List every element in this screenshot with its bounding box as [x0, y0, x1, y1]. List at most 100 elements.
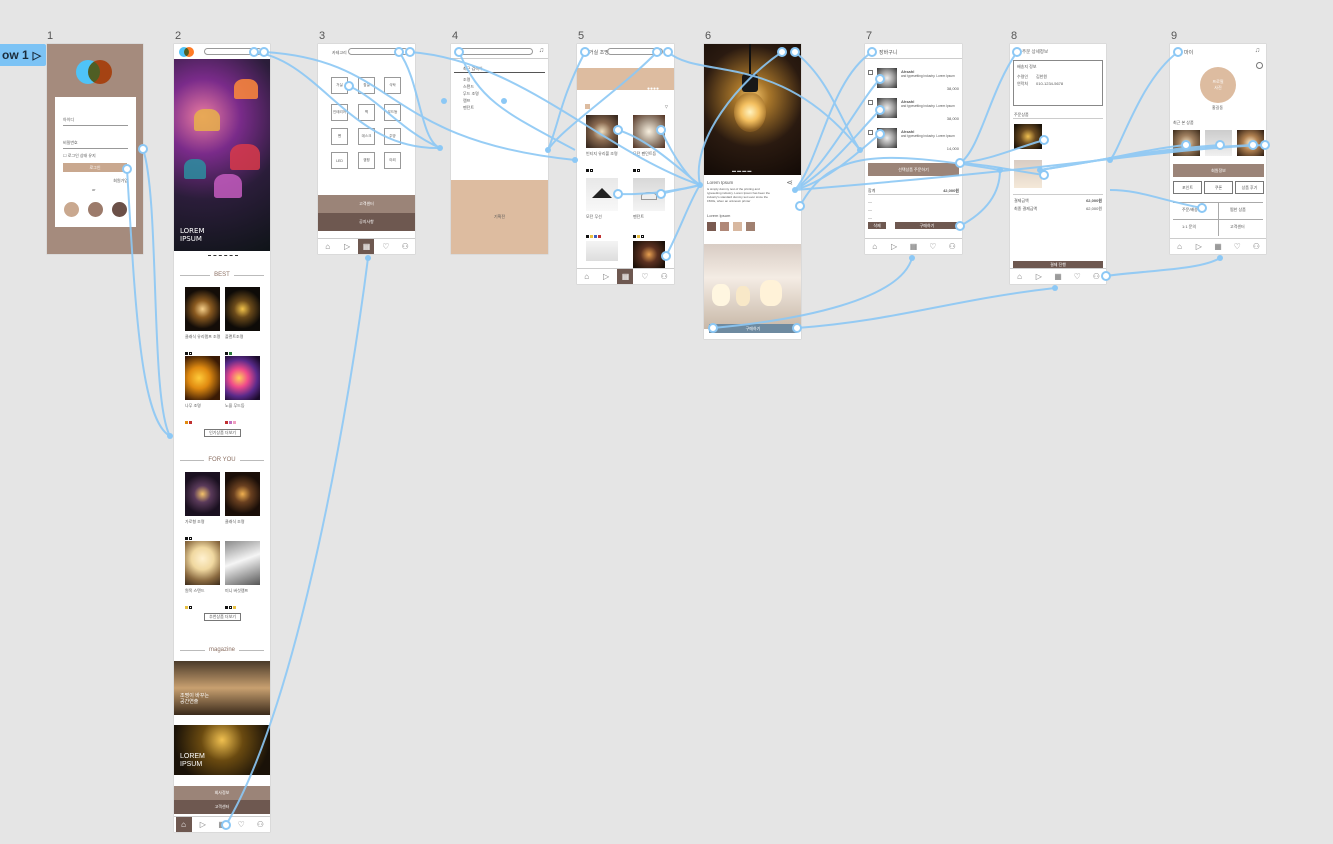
magazine-card[interactable]: LOREM IPSUM [174, 725, 270, 775]
category-cell[interactable]: 인테리어 [331, 104, 348, 121]
points-stat[interactable]: 포인트 [1173, 181, 1202, 194]
heart-icon[interactable]: ♡ [378, 239, 394, 255]
profile-edit-button[interactable]: 회원정보 [1173, 164, 1264, 177]
social-login-3[interactable] [112, 202, 127, 217]
recent-search-item[interactable]: 조명 [463, 76, 479, 83]
category-icon[interactable]: ▦ [358, 238, 375, 254]
delete-button[interactable]: 삭제 [868, 222, 886, 229]
cart-item[interactable]: Ahsahl and typesetting industry. Lorem Ip… [868, 128, 959, 154]
home-icon[interactable]: ⌂ [579, 269, 595, 285]
category-cell[interactable]: 침실 [358, 77, 375, 94]
product-image[interactable] [633, 115, 665, 148]
category-cell[interactable]: 식탁 [384, 77, 401, 94]
category-cell[interactable]: 무드등 [384, 104, 401, 121]
search-input[interactable] [607, 48, 663, 55]
best-more-button[interactable]: 인기상품 더보기 [204, 429, 241, 437]
play-tab-icon[interactable]: ▷ [339, 239, 355, 255]
id-field[interactable] [63, 125, 128, 126]
home-icon[interactable]: ⌂ [320, 239, 336, 255]
heart-icon[interactable]: ♡ [1229, 239, 1245, 255]
user-icon[interactable]: ⚇ [944, 239, 960, 255]
cart-item[interactable]: Ahsahl and typesetting industry. Lorem Ip… [868, 98, 959, 124]
profile-photo[interactable]: 프로필 사진 [1200, 67, 1236, 103]
search-input[interactable] [204, 48, 262, 55]
recent-item[interactable] [1237, 130, 1264, 156]
recent-search-item[interactable]: 램프 [463, 97, 479, 104]
play-tab-icon[interactable]: ▷ [886, 239, 902, 255]
best-item-image[interactable] [225, 287, 260, 331]
recent-item[interactable] [1173, 130, 1200, 156]
category-cell[interactable]: LED [331, 152, 348, 169]
promo-banner[interactable]: 기획전 [451, 180, 548, 254]
detail-hero-image[interactable]: ▬ ▬ ▬ ▬ [704, 44, 801, 175]
settings-icon[interactable] [1256, 62, 1263, 69]
cart-item[interactable]: Ahsahl and typesetting industry. Lorem Ip… [868, 68, 959, 94]
user-icon[interactable]: ⚇ [1248, 239, 1264, 255]
hero-banner[interactable]: LOREM IPSUM [174, 59, 270, 251]
user-icon[interactable]: ⚇ [252, 817, 268, 833]
category-icon[interactable]: ▦ [1050, 269, 1066, 285]
product-image[interactable] [586, 241, 618, 261]
category-cell[interactable]: 주방 [384, 128, 401, 145]
home-icon[interactable]: ⌂ [1012, 269, 1028, 285]
best-item-image[interactable] [185, 356, 220, 400]
menu-inquiry[interactable]: 1:1 문의 [1182, 224, 1196, 230]
foryou-item-image[interactable] [225, 472, 260, 516]
heart-icon[interactable]: ♡ [233, 817, 249, 833]
recent-item[interactable] [1205, 130, 1232, 156]
filter-icon[interactable] [585, 104, 590, 109]
magazine-card[interactable]: 조명이 바꾸는 공간연출 [174, 661, 270, 715]
heart-icon[interactable]: ♡ [637, 269, 653, 285]
social-login-2[interactable] [88, 202, 103, 217]
color-option[interactable] [707, 222, 716, 231]
search-input[interactable] [457, 48, 533, 55]
category-cell[interactable]: 벽 [358, 104, 375, 121]
category-cell[interactable]: 펜 [331, 128, 348, 145]
heart-icon[interactable]: ♡ [925, 239, 941, 255]
foryou-item-image[interactable] [185, 541, 220, 585]
user-icon[interactable]: ⚇ [397, 239, 413, 255]
user-icon[interactable]: ⚇ [1088, 269, 1104, 285]
menu-support[interactable]: 고객센터 [1230, 224, 1245, 230]
bell-icon[interactable]: ♫ [539, 47, 544, 54]
review-stat[interactable]: 상품 후기 [1235, 181, 1264, 194]
foryou-item-image[interactable] [185, 472, 220, 516]
share-icon[interactable]: ⋖ [786, 178, 793, 187]
play-tab-icon[interactable]: ▷ [1191, 239, 1207, 255]
home-icon[interactable]: ⌂ [867, 239, 883, 255]
buy-button[interactable]: 구매하기 [709, 324, 797, 333]
sort-icon[interactable]: ▽ [665, 104, 668, 109]
footer-cs[interactable]: 고객센터 [174, 800, 270, 814]
category-cell[interactable]: 거실 [331, 77, 348, 94]
login-button[interactable]: 로그인 [63, 163, 127, 172]
flow-start-tag[interactable]: ow 1 ▷ [0, 44, 46, 66]
play-tab-icon[interactable]: ▷ [1031, 269, 1047, 285]
play-tab-icon[interactable]: ▷ [598, 269, 614, 285]
signup-link[interactable]: 회원가입 [113, 178, 128, 184]
user-icon[interactable]: ⚇ [656, 269, 672, 285]
best-item-image[interactable] [225, 356, 260, 400]
checkout-button[interactable]: 구매하기 [895, 222, 959, 229]
home-icon[interactable]: ⌂ [1172, 239, 1188, 255]
recent-search-item[interactable]: 펜던트 [463, 104, 479, 111]
product-image[interactable] [633, 178, 665, 211]
best-item-image[interactable] [185, 287, 220, 331]
search-input[interactable] [348, 48, 408, 55]
notice-button[interactable]: 공지사항 [318, 213, 415, 231]
product-image[interactable] [586, 178, 618, 211]
category-icon[interactable]: ▦ [1210, 239, 1226, 255]
category-cell[interactable]: 데스크 [358, 128, 375, 145]
recent-search-item[interactable]: 무드 조명 [463, 90, 479, 97]
order-selected-button[interactable]: 선택상품 주문하기 [868, 163, 959, 176]
menu-orders[interactable]: 주문/배송 [1182, 207, 1198, 213]
category-cell[interactable]: 캠핑 [358, 152, 375, 169]
category-cell[interactable]: 야외 [384, 152, 401, 169]
category-icon[interactable]: ▦ [617, 268, 634, 284]
recent-search-item[interactable]: 스탠드 [463, 83, 479, 90]
category-icon[interactable]: ▦ [214, 817, 230, 833]
social-login-1[interactable] [64, 202, 79, 217]
menu-wishlist[interactable]: 찜한 상품 [1230, 207, 1246, 213]
product-image[interactable] [633, 241, 665, 268]
footer-company[interactable]: 회사정보 [174, 786, 270, 800]
color-option[interactable] [746, 222, 755, 231]
